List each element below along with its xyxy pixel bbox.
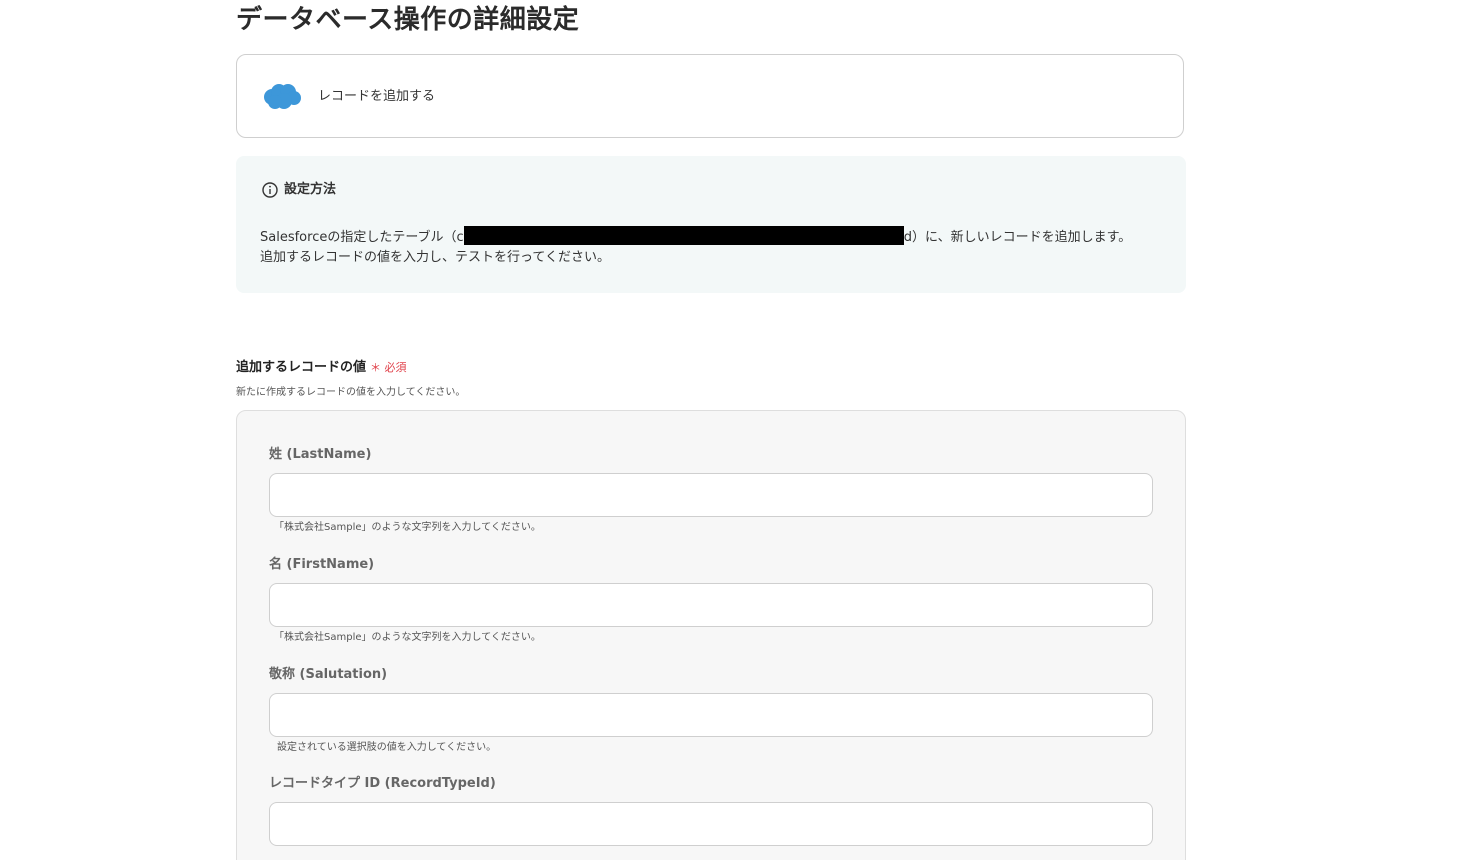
field-hint-lastname: 「株式会社Sample」のような文字列を入力してください。 (274, 522, 541, 533)
action-selector-card[interactable]: レコードを追加する (236, 54, 1184, 138)
lastname-input[interactable] (269, 473, 1153, 517)
salesforce-cloud-icon (264, 84, 301, 109)
settings-page: データベース操作の詳細設定 レコードを追加する 設定方法 Salesforceの… (0, 0, 1484, 860)
info-icon (262, 182, 278, 198)
firstname-input[interactable] (269, 583, 1153, 627)
redacted-block (463, 226, 904, 245)
field-hint-firstname: 「株式会社Sample」のような文字列を入力してください。 (274, 632, 541, 643)
instructions-line-1: Salesforceの指定したテーブル（c d）に、新しいレコードを追加します。 (260, 226, 1131, 248)
instructions-heading: 設定方法 (284, 182, 337, 197)
field-label-lastname: 姓 (LastName) (269, 447, 372, 462)
required-badge: ＊ 必須 (370, 361, 407, 374)
record-values-description: 新たに作成するレコードの値を入力してください。 (236, 387, 466, 398)
instructions-line-2: 追加するレコードの値を入力し、テストを行ってください。 (260, 250, 610, 265)
field-hint-salutation: 設定されている選択肢の値を入力してください。 (277, 742, 497, 753)
action-label: レコードを追加する (318, 89, 436, 104)
instructions-line-1-prefix: Salesforceの指定したテーブル（c (260, 230, 464, 245)
field-label-firstname: 名 (FirstName) (269, 557, 375, 572)
record-fields-panel: 姓 (LastName) 「株式会社Sample」のような文字列を入力してくださ… (236, 410, 1186, 860)
record-values-title: 追加するレコードの値 (236, 360, 367, 375)
record-values-label: 追加するレコードの値＊ 必須 (236, 358, 407, 378)
page-title: データベース操作の詳細設定 (236, 5, 580, 35)
instructions-line-1-suffix: d）に、新しいレコードを追加します。 (903, 230, 1132, 245)
instructions-box: 設定方法 Salesforceの指定したテーブル（c d）に、新しいレコードを追加… (236, 156, 1186, 293)
salutation-input[interactable] (269, 693, 1153, 737)
field-label-salutation: 敬称 (Salutation) (269, 667, 388, 682)
recordtypeid-input[interactable] (269, 802, 1153, 846)
field-label-recordtypeid: レコードタイプ ID (RecordTypeId) (269, 776, 496, 791)
